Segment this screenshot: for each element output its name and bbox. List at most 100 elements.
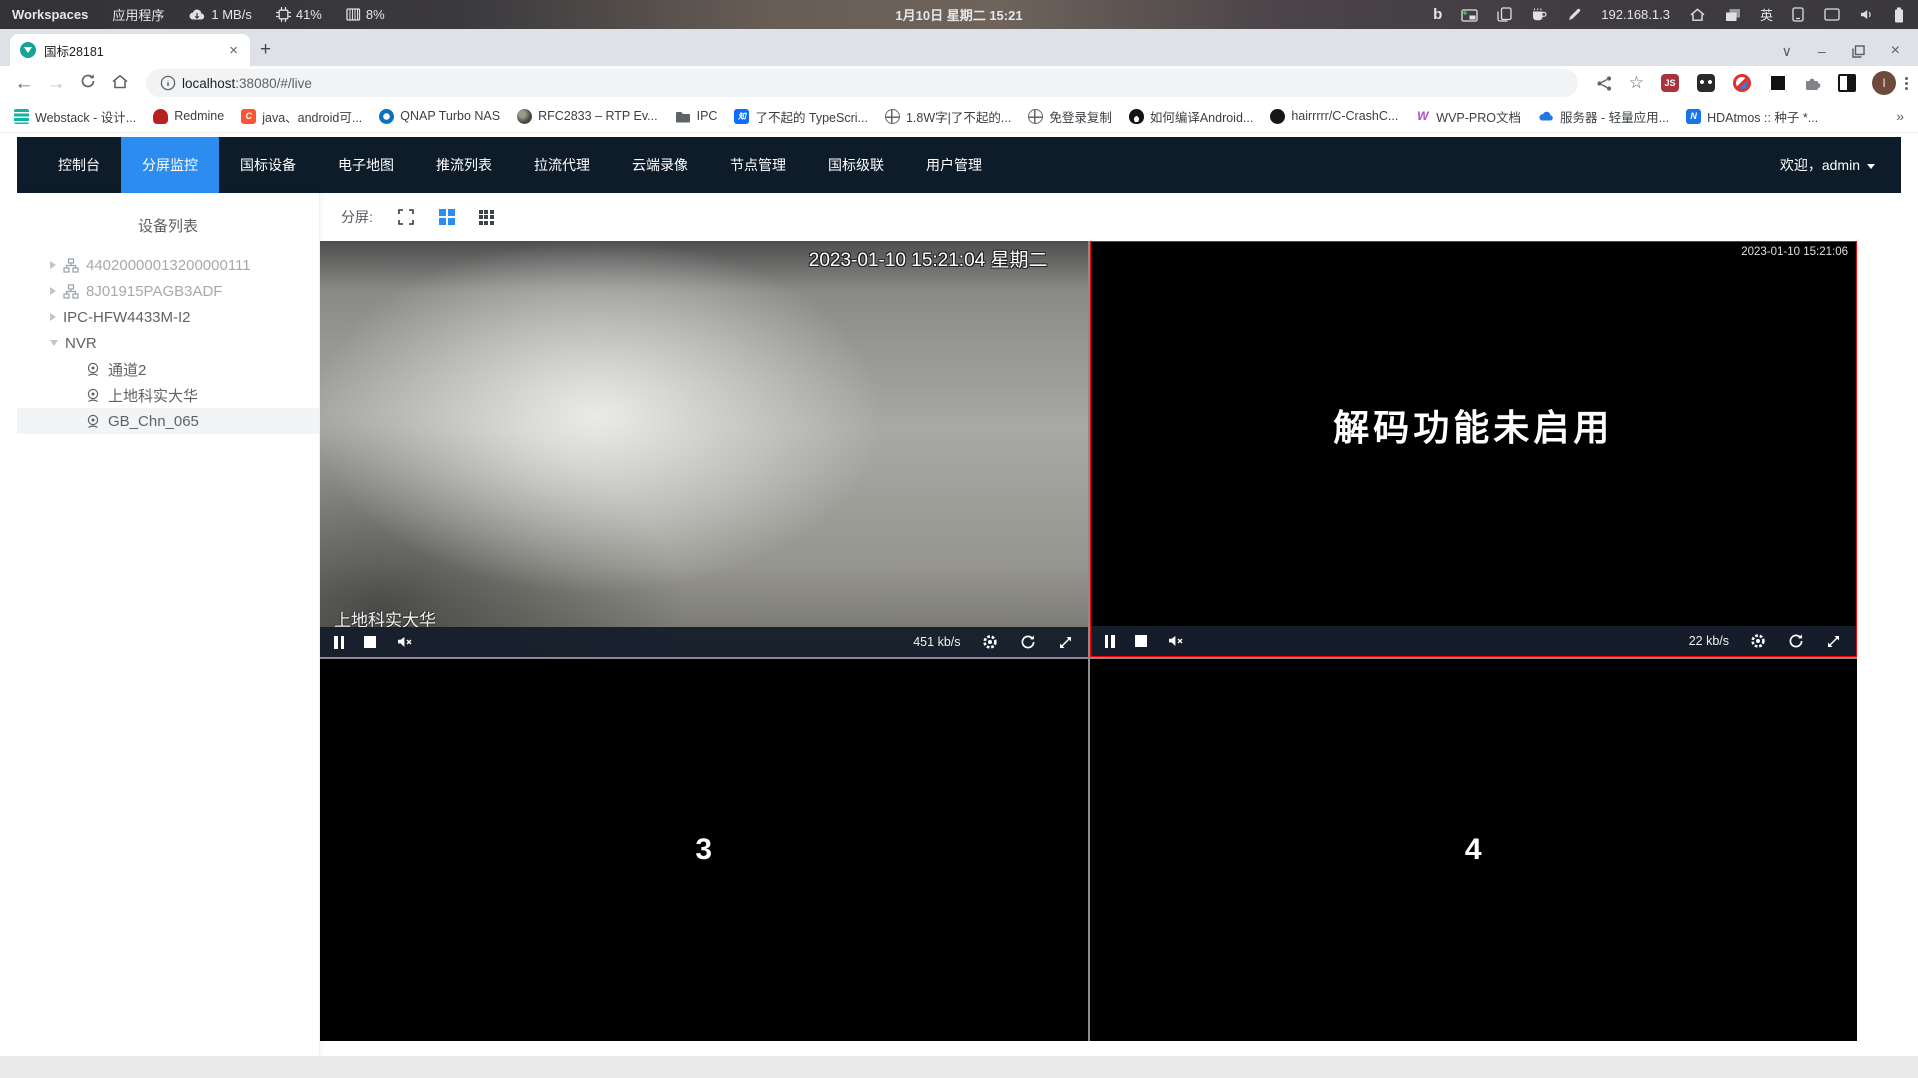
screen-share-icon[interactable] [1824,8,1840,21]
nav-item-node-manage[interactable]: 节点管理 [709,137,807,193]
bookmark-webstack[interactable]: Webstack - 设计... [14,107,136,126]
reload-button[interactable] [74,72,102,94]
expand-arrow-icon[interactable] [50,313,56,321]
stop-icon[interactable] [364,636,376,648]
windows-tray-icon[interactable] [1725,8,1741,22]
window-close-button[interactable]: × [1891,42,1900,60]
webcam-icon [85,387,101,403]
tree-item-ipc[interactable]: IPC-HFW4433M-I2 [17,304,319,330]
site-info-icon[interactable] [160,75,176,91]
bookmark-wvp-doc[interactable]: W WVP-PRO文档 [1415,107,1521,126]
nav-item-console[interactable]: 控制台 [37,137,121,193]
pause-icon[interactable] [334,635,344,649]
bookmark-star-icon[interactable]: ☆ [1629,73,1644,93]
input-method-indicator[interactable]: 英 [1760,5,1773,24]
bookmark-android-compile[interactable]: 如何编译Android... [1128,107,1253,126]
volume-icon[interactable] [1859,8,1875,21]
video-cell-1[interactable]: 2023-01-10 15:21:04 星期二 上地科实大华 451 kb/s [320,241,1088,657]
extensions-puzzle-icon[interactable] [1804,75,1821,92]
bookmark-hdatmos[interactable]: N HDAtmos :: 种子 *... [1686,107,1818,126]
bookmark-copy-nologin[interactable]: 免登录复制 [1028,107,1112,126]
profile-avatar[interactable]: I [1872,71,1896,95]
phone-link-icon[interactable] [1792,7,1805,22]
extension-bw-icon[interactable] [1838,74,1856,92]
clipboard-tray-icon[interactable] [1497,7,1512,22]
nav-item-user-manage[interactable]: 用户管理 [905,137,1003,193]
home-tray-icon[interactable] [1689,7,1706,22]
clock[interactable]: 1月10日 星期二 15:21 [895,8,1022,23]
nav-item-pull-proxy[interactable]: 拉流代理 [513,137,611,193]
nav-item-gb-cascade[interactable]: 国标级联 [807,137,905,193]
tree-item-nvr[interactable]: NVR [17,330,319,356]
nav-item-push-list[interactable]: 推流列表 [415,137,513,193]
refresh-icon[interactable] [1787,632,1805,650]
bookmark-qnap[interactable]: QNAP Turbo NAS [379,108,500,124]
expand-icon[interactable] [1057,634,1074,651]
network-speed-indicator[interactable]: 1 MB/s [188,7,252,22]
tree-item-shangdi-dahua[interactable]: 上地科实大华 [17,382,319,408]
mute-icon[interactable] [1167,634,1185,648]
settings-gear-icon[interactable] [981,633,999,651]
grid-2x2-icon[interactable] [438,209,455,225]
bookmark-csdn[interactable]: Cjava、android可... [241,107,362,126]
mute-icon[interactable] [396,635,414,649]
expand-icon[interactable] [1825,633,1842,650]
tree-item-channel2[interactable]: 通道2 [17,356,319,382]
bookmark-rfc2833[interactable]: RFC2833 – RTP Ev... [517,108,658,124]
video-cell-2[interactable]: 2023-01-10 15:21:06 解码功能未启用 22 kb/s [1089,241,1857,657]
back-button[interactable]: ← [10,74,38,93]
share-icon[interactable] [1596,75,1613,92]
extension-js-icon[interactable]: JS [1661,74,1679,92]
bookmark-typescript-article[interactable]: 1.8W字|了不起的... [884,107,1011,126]
address-bar[interactable]: localhost:38080/#/live [146,69,1578,97]
extension-dark-square-icon[interactable] [1769,74,1787,92]
ip-address-indicator[interactable]: 192.168.1.3 [1601,7,1670,22]
extension-tampermonkey-icon[interactable] [1697,74,1715,92]
extension-adblock-icon[interactable] [1733,74,1751,92]
pen-tray-icon[interactable] [1567,7,1582,22]
nav-item-map[interactable]: 电子地图 [317,137,415,193]
applications-menu[interactable]: 应用程序 [112,5,164,24]
nav-item-gb-devices[interactable]: 国标设备 [219,137,317,193]
refresh-icon[interactable] [1019,633,1037,651]
coffee-tray-icon[interactable] [1531,7,1548,22]
battery-icon[interactable] [1894,7,1904,23]
user-menu[interactable]: 欢迎，admin [1780,137,1901,193]
pip-tray-icon[interactable] [1461,8,1478,22]
bookmark-folder-ipc[interactable]: IPC [675,109,717,123]
expand-arrow-icon[interactable] [50,261,56,269]
bookmark-tencent-cloud[interactable]: 服务器 - 轻量应用... [1538,107,1669,126]
window-restore-button[interactable] [1851,44,1865,58]
tab-close-icon[interactable]: × [225,42,242,59]
tree-item-device-2[interactable]: 8J01915PAGB3ADF [17,278,319,304]
tab-search-chevron-icon[interactable]: ∨ [1782,43,1792,60]
video-cell-4[interactable]: 4 [1089,659,1857,1041]
settings-gear-icon[interactable] [1749,632,1767,650]
stop-icon[interactable] [1134,635,1147,647]
fullscreen-bracket-icon[interactable] [397,208,415,226]
cpu-indicator[interactable]: 41% [275,7,322,22]
pause-icon[interactable] [1104,634,1115,648]
bookmark-github[interactable]: hairrrrr/C-CrashC... [1270,108,1398,124]
forward-button[interactable]: → [42,74,70,93]
browser-tab[interactable]: 国标28181 × [10,34,250,66]
bookmark-zhihu[interactable]: 知了不起的 TypeScri... [734,107,868,126]
tree-item-gb-chn-065[interactable]: GB_Chn_065 [17,408,319,434]
window-minimize-button[interactable]: – [1818,43,1826,59]
browser-menu-icon[interactable] [1905,76,1908,90]
nav-item-split-monitor[interactable]: 分屏监控 [121,137,219,193]
bookmarks-overflow-chevron[interactable]: » [1896,108,1904,124]
cell4-number: 4 [1464,833,1482,866]
home-button[interactable] [106,73,134,94]
bookmark-redmine[interactable]: Redmine [153,108,224,124]
new-tab-button[interactable]: + [260,39,271,61]
video-cell-3[interactable]: 3 [320,659,1088,1041]
collapse-arrow-icon[interactable] [50,340,58,346]
workspaces-button[interactable]: Workspaces [12,7,88,22]
tree-item-gb-platform[interactable]: 44020000013200000111 [17,252,319,278]
memory-indicator[interactable]: 8% [346,7,385,22]
grid-3x3-icon[interactable] [478,209,494,225]
expand-arrow-icon[interactable] [50,287,56,295]
bing-tray-icon[interactable]: b [1433,7,1442,22]
nav-item-cloud-record[interactable]: 云端录像 [611,137,709,193]
